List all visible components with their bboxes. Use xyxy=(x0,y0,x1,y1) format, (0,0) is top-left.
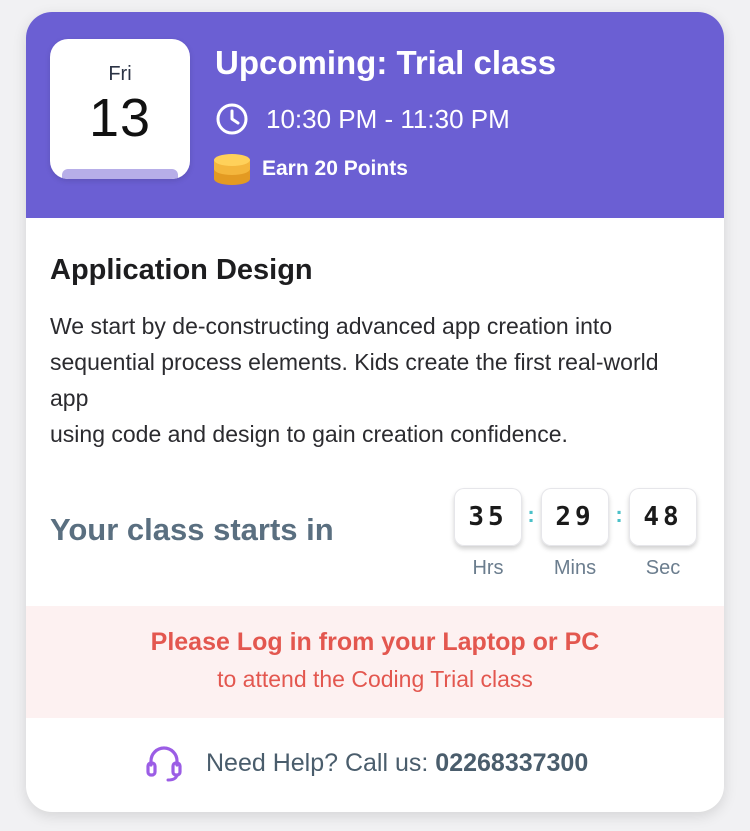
countdown-separator: : xyxy=(615,502,623,527)
help-text: Need Help? Call us: 02268337300 xyxy=(206,749,588,778)
course-description: We start by de-constructing advanced app… xyxy=(50,313,659,447)
countdown-minutes-label: Mins xyxy=(553,557,597,579)
countdown-hours: 35 xyxy=(454,488,522,546)
countdown-label: Your class starts in xyxy=(50,512,334,547)
device-notice-title: Please Log in from your Laptop or PC xyxy=(150,628,600,656)
help-contact[interactable]: Need Help? Call us: 02268337300 xyxy=(144,743,588,783)
countdown-seconds-label: Sec xyxy=(645,557,681,579)
class-title: Upcoming: Trial class xyxy=(215,44,557,81)
date-tile: Fri 13 xyxy=(50,39,190,179)
device-notice-subtitle: to attend the Coding Trial class xyxy=(217,666,533,692)
device-notice: Please Log in from your Laptop or PC to … xyxy=(26,606,724,718)
date-day: 13 xyxy=(88,88,152,148)
class-time: 10:30 PM - 11:30 PM xyxy=(215,102,510,136)
coin-stack-icon xyxy=(214,154,250,185)
help-phone-link[interactable]: 02268337300 xyxy=(435,749,588,777)
class-time-text: 10:30 PM - 11:30 PM xyxy=(266,103,510,134)
date-tile-strip xyxy=(62,169,178,179)
trial-class-card: Fri 13 Upcoming: Trial class 10:30 PM - … xyxy=(26,12,724,812)
headset-icon xyxy=(146,746,182,782)
points-reward: Earn 20 Points xyxy=(213,152,408,186)
clock-icon xyxy=(216,103,248,135)
countdown-seconds: 48 xyxy=(629,488,697,546)
course-title: Application Design xyxy=(50,254,313,286)
countdown-minutes: 29 xyxy=(541,488,609,546)
points-text: Earn 20 Points xyxy=(262,157,408,180)
class-header: Fri 13 Upcoming: Trial class 10:30 PM - … xyxy=(26,12,724,218)
date-weekday: Fri xyxy=(108,63,132,85)
help-label: Need Help? Call us: xyxy=(206,748,436,777)
countdown-separator: : xyxy=(527,502,535,527)
countdown-hours-label: Hrs xyxy=(472,557,504,579)
